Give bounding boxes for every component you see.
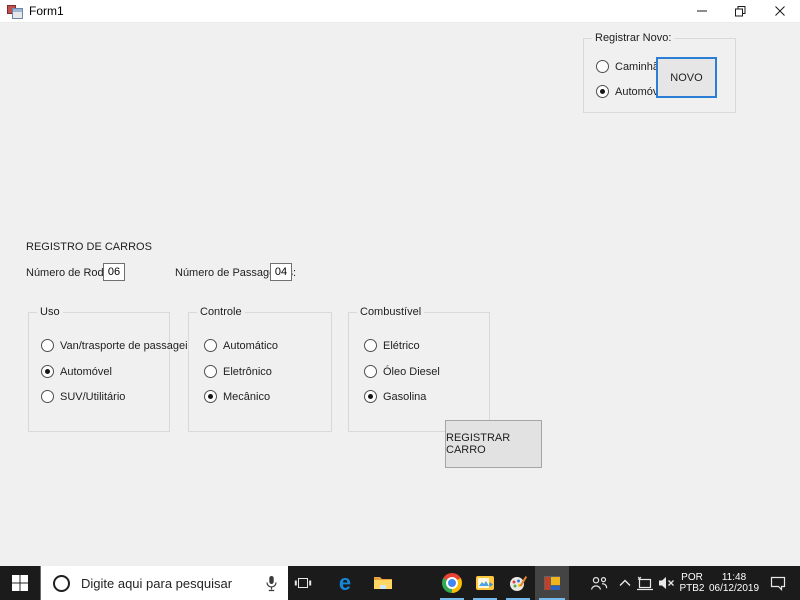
edge-icon: e [338, 570, 352, 595]
radio-circle-icon [41, 390, 54, 403]
radio-mecanico[interactable]: Mecânico [204, 390, 270, 403]
task-view-icon [294, 578, 312, 588]
groupbox-combustivel: Combustível Elétrico Óleo Diesel Gasolin… [348, 306, 490, 432]
file-explorer-button[interactable] [366, 566, 400, 600]
radio-circle-icon [204, 390, 217, 403]
groupbox-title: Controle [197, 306, 245, 318]
photos-icon [476, 576, 494, 590]
chrome-icon [442, 573, 462, 593]
groupbox-registrar-novo: Registrar Novo: Caminhão Automóvel NOVO [583, 32, 736, 113]
radio-label: SUV/Utilitário [60, 390, 126, 403]
radio-circle-icon [364, 365, 377, 378]
volume-muted-icon [659, 577, 674, 589]
keyboard-layout: PTB2 [679, 583, 705, 594]
radio-label: Elétrico [383, 339, 420, 352]
radio-circle-icon [204, 365, 217, 378]
taskbar: e [0, 566, 800, 600]
action-center-icon [770, 576, 786, 591]
radio-circle-icon [364, 390, 377, 403]
taskbar-search[interactable] [40, 566, 288, 600]
clock[interactable]: 11:48 06/12/2019 [708, 566, 760, 600]
close-button[interactable] [760, 0, 799, 22]
radio-oleo-diesel[interactable]: Óleo Diesel [364, 365, 440, 378]
groupbox-title: Uso [37, 306, 63, 318]
paint3d-button[interactable] [502, 566, 534, 600]
radio-suv[interactable]: SUV/Utilitário [41, 390, 125, 403]
people-icon [590, 576, 608, 590]
radio-label: Mecânico [223, 390, 271, 403]
ethernet-network-icon [637, 576, 653, 590]
novo-button[interactable]: NOVO [656, 57, 717, 98]
volume-button[interactable] [655, 566, 677, 600]
radio-eletrico[interactable]: Elétrico [364, 339, 420, 352]
radio-label: Automático [223, 339, 279, 352]
windows-logo-icon [12, 575, 28, 591]
file-explorer-icon [374, 577, 392, 589]
radio-circle-icon [41, 365, 54, 378]
radio-label: Automóvel [60, 365, 112, 378]
radio-automovel-uso[interactable]: Automóvel [41, 365, 112, 378]
close-icon [774, 6, 785, 16]
form1-app-button[interactable] [535, 566, 569, 600]
radio-label: Gasolina [383, 390, 427, 403]
window-title: Form1 [29, 4, 64, 18]
desktop: Form1 Registrar Novo: Caminhão Automóvel… [0, 0, 800, 600]
microphone-icon[interactable] [265, 575, 278, 592]
passengers-input[interactable] [270, 263, 292, 281]
restore-icon [735, 5, 746, 16]
groupbox-controle: Controle Automático Eletrônico Mecânico [188, 306, 332, 432]
radio-eletronico[interactable]: Eletrônico [204, 365, 272, 378]
winforms-app-icon [7, 4, 23, 19]
radio-circle-icon [596, 60, 609, 73]
radio-circle-icon [364, 339, 377, 352]
radio-circle-icon [41, 339, 54, 352]
people-button[interactable] [586, 566, 612, 600]
radio-automatico[interactable]: Automático [204, 339, 278, 352]
cortana-icon[interactable] [53, 574, 70, 592]
chrome-button[interactable] [436, 566, 468, 600]
language-indicator[interactable]: POR PTB2 [677, 566, 707, 600]
language-code: POR [681, 572, 703, 583]
show-hidden-icons-button[interactable] [615, 566, 635, 600]
date-text: 06/12/2019 [708, 583, 760, 594]
radio-van[interactable]: Van/trasporte de passageiros [41, 339, 203, 352]
task-view-button[interactable] [288, 566, 318, 600]
winforms-app-icon [544, 576, 560, 590]
groupbox-title: Registrar Novo: [592, 32, 675, 44]
groupbox-uso: Uso Van/trasporte de passageiros Automóv… [28, 306, 203, 432]
search-input[interactable] [79, 574, 265, 592]
registrar-carro-button[interactable]: REGISTRAR CARRO [445, 420, 542, 468]
radio-circle-icon [204, 339, 217, 352]
network-button[interactable] [635, 566, 655, 600]
radio-label: Óleo Diesel [383, 365, 440, 378]
edge-button[interactable]: e [328, 566, 362, 600]
minimize-button[interactable] [682, 0, 721, 22]
paint3d-icon [510, 576, 528, 591]
start-button[interactable] [0, 566, 40, 600]
radio-label: Eletrônico [223, 365, 272, 378]
wheels-input[interactable] [103, 263, 125, 281]
radio-caminhao[interactable]: Caminhão [596, 60, 665, 73]
page-title: REGISTRO DE CARROS [26, 241, 152, 253]
window-titlebar: Form1 [0, 0, 800, 23]
action-center-button[interactable] [762, 566, 794, 600]
groupbox-title: Combustível [357, 306, 425, 318]
radio-circle-icon [596, 85, 609, 98]
radio-gasolina[interactable]: Gasolina [364, 390, 426, 403]
time-text: 11:48 [721, 572, 747, 583]
restore-button[interactable] [721, 0, 760, 22]
chevron-up-icon [619, 579, 631, 586]
photos-button[interactable] [469, 566, 501, 600]
radio-label: Van/trasporte de passageiros [60, 339, 203, 352]
minimize-icon [696, 10, 707, 12]
